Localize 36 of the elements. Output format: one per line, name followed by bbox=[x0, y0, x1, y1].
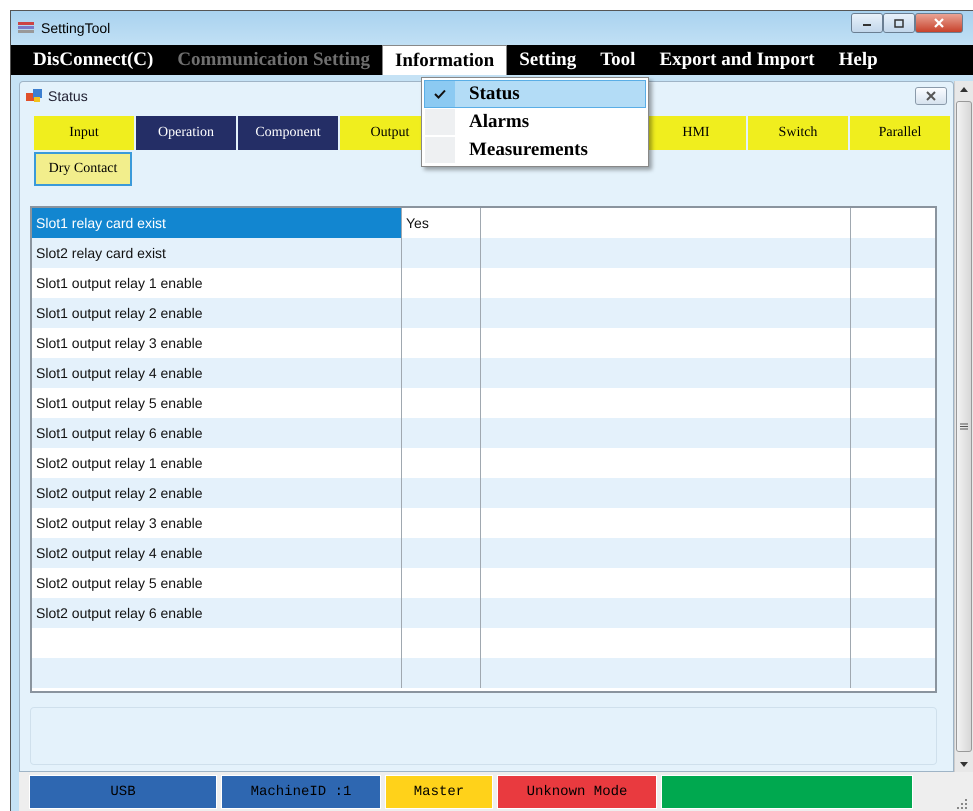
status-panel: Unknown Mode bbox=[497, 775, 657, 809]
tab[interactable]: Input bbox=[34, 116, 134, 150]
table-cell[interactable]: Slot1 relay card exist bbox=[32, 208, 402, 238]
app-icon bbox=[17, 21, 35, 35]
menu-item[interactable]: Tool bbox=[588, 45, 648, 75]
menu-item[interactable]: Setting bbox=[507, 45, 588, 75]
menu-item[interactable]: Help bbox=[826, 45, 890, 75]
scrollbar[interactable] bbox=[954, 81, 973, 772]
child-window-title: Status bbox=[48, 88, 88, 104]
close-icon bbox=[933, 18, 945, 28]
grip-lines-icon bbox=[960, 423, 968, 430]
status-panel: USB bbox=[29, 775, 217, 809]
menu-item[interactable]: Export and Import bbox=[647, 45, 827, 75]
status-panel: MachineID :1 bbox=[221, 775, 381, 809]
close-icon bbox=[925, 91, 937, 101]
maximize-button[interactable] bbox=[883, 13, 915, 33]
tab[interactable]: HMI bbox=[646, 116, 746, 150]
maximize-icon bbox=[894, 18, 904, 28]
status-panel: Master bbox=[385, 775, 493, 809]
menu-item[interactable]: Status bbox=[424, 80, 646, 108]
tab[interactable]: Component bbox=[238, 116, 338, 150]
scroll-up-icon[interactable] bbox=[960, 86, 968, 92]
menu-item[interactable]: DisConnect(C) bbox=[21, 45, 166, 75]
tab[interactable]: Parallel bbox=[850, 116, 950, 150]
close-button[interactable] bbox=[915, 13, 963, 33]
minimize-button[interactable] bbox=[851, 13, 883, 33]
window-title: SettingTool bbox=[41, 20, 110, 36]
tab[interactable]: Switch bbox=[748, 116, 848, 150]
tab[interactable]: Dry Contact bbox=[34, 152, 132, 186]
window-icon bbox=[26, 89, 42, 103]
resize-grip-icon[interactable] bbox=[957, 799, 967, 809]
menu-item[interactable]: Information bbox=[382, 45, 508, 75]
table-cell: Yes bbox=[406, 215, 429, 231]
tab[interactable]: Operation bbox=[136, 116, 236, 150]
close-button[interactable] bbox=[915, 87, 947, 105]
scroll-down-icon[interactable] bbox=[960, 762, 968, 766]
